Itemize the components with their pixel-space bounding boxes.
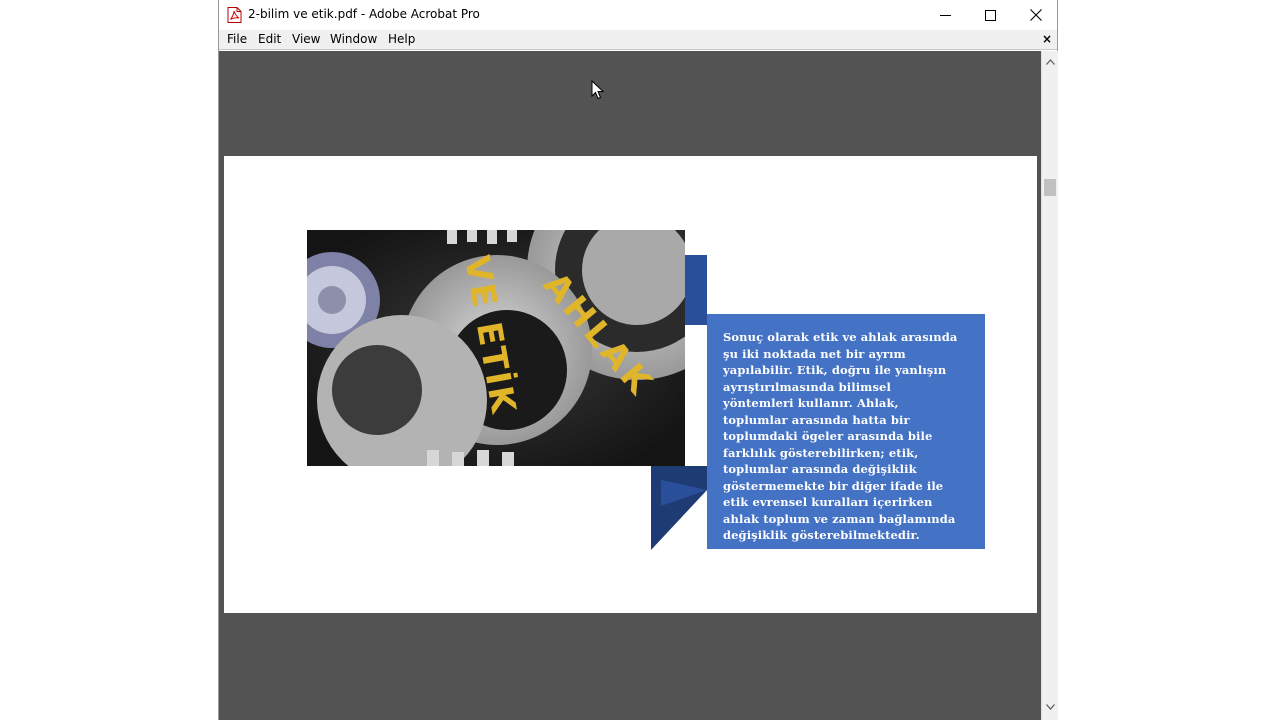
scroll-thumb[interactable] xyxy=(1044,179,1056,196)
menu-window[interactable]: Window xyxy=(330,32,377,46)
pdf-file-icon xyxy=(227,7,242,23)
chevron-down-icon xyxy=(1045,704,1055,710)
menu-file[interactable]: File xyxy=(227,32,247,46)
vertical-scrollbar[interactable] xyxy=(1041,51,1058,720)
menu-edit[interactable]: Edit xyxy=(258,32,281,46)
menu-bar: File Edit View Window Help × xyxy=(219,30,1057,50)
chevron-up-icon xyxy=(1045,59,1055,65)
mouse-cursor-icon xyxy=(591,80,605,100)
ribbon-shape xyxy=(685,255,707,325)
menu-close-document-icon[interactable]: × xyxy=(1042,32,1052,46)
window-title: 2-bilim ve etik.pdf - Adobe Acrobat Pro xyxy=(248,7,480,21)
maximize-icon xyxy=(985,9,996,21)
summary-textbox: Sonuç olarak etik ve ahlak arasında şu i… xyxy=(707,314,985,549)
summary-text: Sonuç olarak etik ve ahlak arasında şu i… xyxy=(723,330,958,542)
ribbon-fold xyxy=(651,466,707,550)
pdf-page: VE ETİK AHLAK Sonuç olarak etik ve ahlak… xyxy=(224,156,1037,613)
scroll-down-button[interactable] xyxy=(1042,704,1058,716)
gears-photo: VE ETİK AHLAK xyxy=(307,230,685,466)
menu-view[interactable]: View xyxy=(292,32,320,46)
maximize-button[interactable] xyxy=(968,0,1013,30)
minimize-button[interactable] xyxy=(923,0,968,30)
close-icon xyxy=(1029,9,1042,21)
gears-illustration: VE ETİK AHLAK xyxy=(307,230,685,466)
close-button[interactable] xyxy=(1013,0,1058,30)
acrobat-window: 2-bilim ve etik.pdf - Adobe Acrobat Pro … xyxy=(218,0,1058,720)
minimize-icon xyxy=(940,14,951,16)
document-viewport[interactable]: VE ETİK AHLAK Sonuç olarak etik ve ahlak… xyxy=(219,51,1041,720)
scroll-up-button[interactable] xyxy=(1042,59,1058,71)
title-bar: 2-bilim ve etik.pdf - Adobe Acrobat Pro xyxy=(219,0,1057,30)
menu-help[interactable]: Help xyxy=(388,32,415,46)
